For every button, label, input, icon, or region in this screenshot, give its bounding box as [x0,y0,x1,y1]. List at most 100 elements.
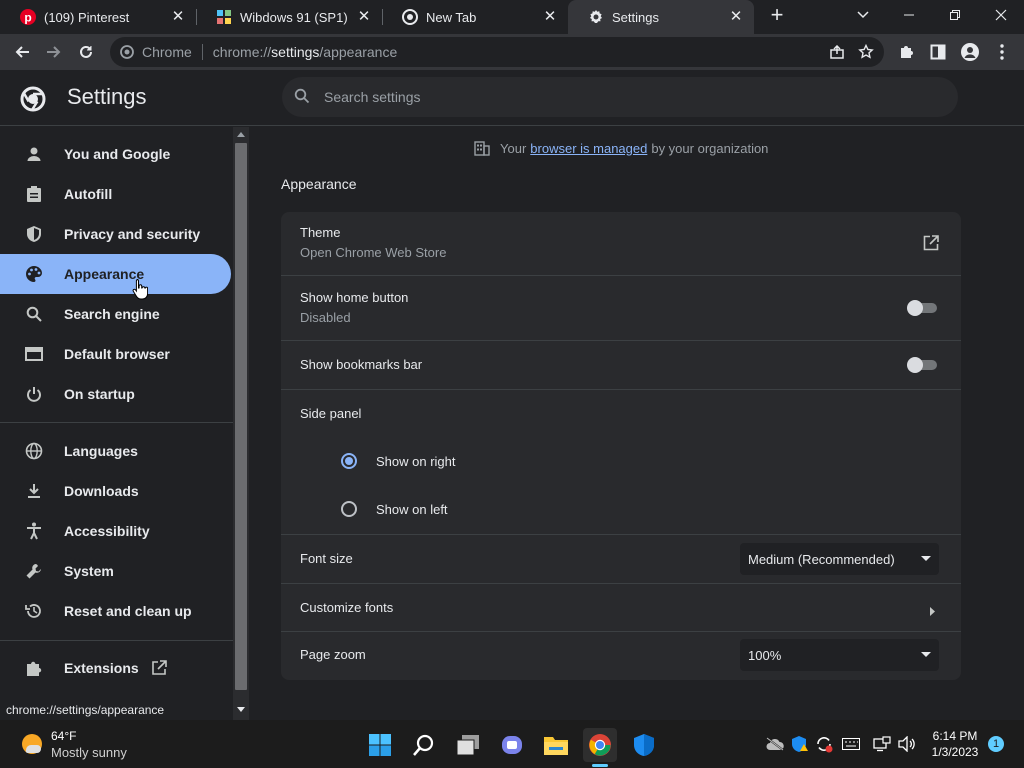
customize-fonts-row[interactable]: Customize fonts [281,584,961,632]
browser-managed-link[interactable]: browser is managed [530,141,647,156]
sidebar-item-label: Languages [64,443,138,459]
restore-button[interactable] [932,0,978,30]
tab-title: Wibdows 91 (SP1) [240,9,348,25]
palette-icon [24,264,44,284]
profile-avatar-icon[interactable] [956,38,984,66]
side-panel-icon[interactable] [924,38,952,66]
sidebar-scrollbar[interactable] [233,127,249,720]
tab-settings[interactable]: Settings ✕ [568,0,754,34]
teams-chat-icon[interactable] [495,728,529,762]
sidebar-item-label: Autofill [64,186,113,202]
onedrive-offline-icon[interactable] [765,734,785,754]
search-settings-input[interactable]: Search settings [282,77,958,117]
close-tab-icon[interactable]: ✕ [542,9,558,25]
sync-error-icon[interactable] [814,734,834,754]
page-zoom-label: Page zoom [300,647,366,662]
taskbar-search-icon[interactable] [407,728,441,762]
clipboard-icon [24,184,44,204]
tab-wibdows[interactable]: Wibdows 91 (SP1) ✕ [196,0,382,34]
sidebar-divider [0,640,233,641]
close-tab-icon[interactable]: ✕ [356,9,372,25]
network-icon[interactable] [872,734,892,754]
volume-icon[interactable] [897,734,917,754]
extensions-puzzle-icon[interactable] [892,38,920,66]
bookmarks-bar-toggle[interactable] [907,357,939,373]
accessibility-icon [24,521,44,541]
site-label: Chrome [142,44,192,60]
managed-text-after: by your organization [651,140,769,156]
share-icon[interactable] [830,44,844,62]
url-text: chrome://settings/appearance [212,44,398,60]
globe-icon [24,441,44,461]
sidebar-item-downloads[interactable]: Downloads [0,471,231,511]
sidebar-item-label: Privacy and security [64,226,201,242]
show-on-left-radio[interactable] [341,501,357,517]
building-icon [474,140,490,156]
windows-security-icon[interactable] [627,728,661,762]
weather-desc[interactable]: Mostly sunny [51,745,127,760]
tab-pinterest[interactable]: p (109) Pinterest ✕ [0,0,196,34]
sidebar-item-reset-and-clean-up[interactable]: Reset and clean up [0,591,231,631]
reload-icon[interactable] [72,38,100,66]
show-on-right-radio[interactable] [341,453,357,469]
show-on-right-label[interactable]: Show on right [376,454,456,469]
sidebar-item-accessibility[interactable]: Accessibility [0,511,231,551]
windows-start-icon[interactable] [363,728,397,762]
sidebar-item-search-engine[interactable]: Search engine [0,294,231,334]
sidebar-item-default-browser[interactable]: Default browser [0,334,231,374]
weather-temp[interactable]: 64°F [51,729,76,743]
scroll-down-arrow-icon[interactable] [237,707,245,713]
forward-arrow-icon[interactable] [40,38,68,66]
sidebar-item-label: Search engine [64,306,160,322]
sidebar-item-languages[interactable]: Languages [0,431,231,471]
active-app-indicator [592,764,608,767]
sidebar-item-you-and-google[interactable]: You and Google [0,134,231,174]
page-zoom-value: 100% [748,647,782,663]
task-view-icon[interactable] [451,728,485,762]
sidebar-item-on-startup[interactable]: On startup [0,374,231,414]
sidebar-item-label: System [64,563,114,579]
page-zoom-select[interactable]: 100% [740,639,939,671]
scroll-up-arrow-icon[interactable] [237,131,245,137]
close-window-button[interactable] [978,0,1024,30]
address-bar[interactable]: Chrome chrome://settings/appearance [110,37,884,67]
sidebar-item-privacy-and-security[interactable]: Privacy and security [0,214,231,254]
font-size-select[interactable]: Medium (Recommended) [740,543,939,575]
sidebar-item-system[interactable]: System [0,551,231,591]
notification-badge[interactable]: 1 [988,736,1004,752]
side-panel-row: Side panel Show on right Show on left [281,390,961,535]
sidebar-item-extensions[interactable]: Extensions [0,648,231,688]
weather-sun-icon[interactable] [20,732,44,761]
tab-strip: p (109) Pinterest ✕ Wibdows 91 (SP1) ✕ N… [0,0,1024,34]
bookmark-star-icon[interactable] [858,43,874,63]
page-title: Settings [67,84,147,109]
tab-new-tab[interactable]: New Tab ✕ [382,0,568,34]
new-tab-button[interactable]: + [754,0,800,30]
search-icon [24,304,44,324]
security-warning-icon[interactable] [790,734,810,754]
tab-search-chevron-icon[interactable] [840,0,886,30]
theme-row[interactable]: Theme Open Chrome Web Store [281,212,961,276]
minimize-button[interactable] [886,0,932,30]
clock-date[interactable]: 1/3/2023 [924,745,986,759]
sidebar-item-appearance[interactable]: Appearance [0,254,231,294]
show-on-left-label[interactable]: Show on left [376,502,448,517]
omnibox-divider [201,44,203,60]
sidebar-item-autofill[interactable]: Autofill [0,174,231,214]
home-button-toggle[interactable] [907,300,939,316]
clock-time[interactable]: 6:14 PM [924,729,986,743]
theme-label: Theme [300,225,341,240]
chrome-taskbar-icon[interactable] [583,728,617,762]
scrollbar-thumb[interactable] [235,143,247,690]
search-icon [294,88,310,107]
more-menu-icon[interactable] [988,38,1016,66]
hand-cursor-icon [132,278,149,305]
close-tab-icon[interactable]: ✕ [170,9,186,25]
open-in-new-icon[interactable] [923,235,939,256]
font-size-row: Font size Medium (Recommended) [281,535,961,584]
file-explorer-icon[interactable] [539,728,573,762]
keyboard-icon[interactable] [841,734,861,754]
font-size-label: Font size [300,551,353,566]
back-arrow-icon[interactable] [8,38,36,66]
close-tab-icon[interactable]: ✕ [728,9,744,25]
